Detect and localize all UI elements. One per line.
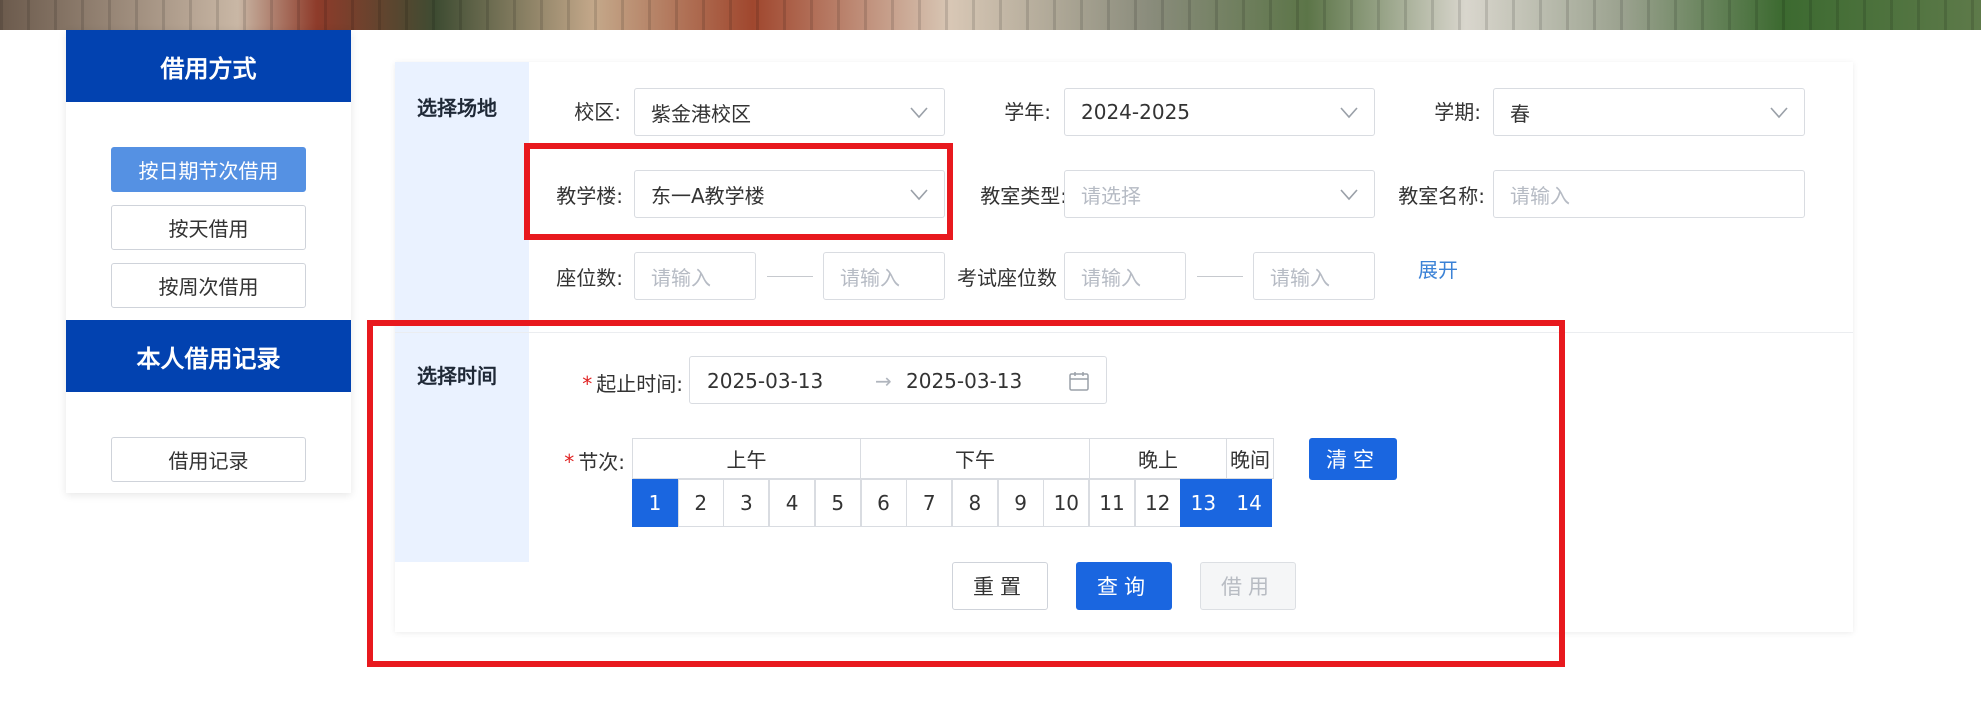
range-dash [767, 276, 813, 277]
exam-seats-max-input[interactable]: 请输入 [1253, 252, 1375, 300]
room-name-label: 教室名称: [1398, 184, 1485, 208]
expand-link[interactable]: 展开 [1418, 254, 1458, 283]
mode-by-date-period-button[interactable]: 按日期节次借用 [111, 147, 306, 192]
seats-max-input[interactable]: 请输入 [823, 252, 945, 300]
mode-by-day-button[interactable]: 按天借用 [111, 205, 306, 250]
my-records-title: 本人借用记录 [66, 320, 351, 392]
exam-seats-min-input[interactable]: 请输入 [1064, 252, 1186, 300]
chevron-down-icon [1770, 107, 1788, 119]
campus-select[interactable]: 紫金港校区 [634, 88, 945, 136]
year-value: 2024-2025 [1081, 100, 1191, 124]
mode-by-week-button[interactable]: 按周次借用 [111, 263, 306, 308]
campus-label: 校区: [574, 100, 621, 124]
venue-section-title: 选择场地 [417, 96, 497, 120]
borrow-mode-title: 借用方式 [66, 30, 351, 102]
campus-banner-image [0, 0, 1981, 30]
seats-min-input[interactable]: 请输入 [634, 252, 756, 300]
chevron-down-icon [1340, 107, 1358, 119]
exam-seats-min-placeholder: 请输入 [1081, 265, 1141, 290]
seats-label: 座位数: [556, 266, 623, 290]
highlight-box-time [367, 320, 1565, 667]
term-value: 春 [1510, 101, 1530, 126]
room-name-placeholder: 请输入 [1510, 183, 1570, 208]
room-name-input[interactable]: 请输入 [1493, 170, 1805, 218]
room-type-placeholder: 请选择 [1081, 183, 1141, 208]
year-label: 学年: [1004, 100, 1051, 124]
highlight-box-building [524, 143, 953, 240]
exam-seats-label: 考试座位数 [957, 266, 1057, 290]
term-select[interactable]: 春 [1493, 88, 1805, 136]
sidebar: 借用方式 按日期节次借用 按天借用 按周次借用 本人借用记录 借用记录 [66, 30, 351, 493]
campus-value: 紫金港校区 [651, 101, 751, 126]
range-dash [1197, 276, 1243, 277]
borrow-records-button[interactable]: 借用记录 [111, 437, 306, 482]
chevron-down-icon [910, 107, 928, 119]
room-type-label: 教室类型: [980, 184, 1067, 208]
exam-seats-max-placeholder: 请输入 [1270, 265, 1330, 290]
year-select[interactable]: 2024-2025 [1064, 88, 1375, 136]
seats-max-placeholder: 请输入 [840, 265, 900, 290]
room-type-select[interactable]: 请选择 [1064, 170, 1375, 218]
seats-min-placeholder: 请输入 [651, 265, 711, 290]
term-label: 学期: [1434, 100, 1481, 124]
chevron-down-icon [1340, 189, 1358, 201]
